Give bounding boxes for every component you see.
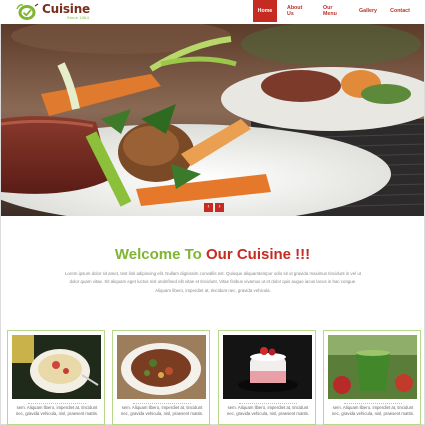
card-text: sem. Aliquam libero, imperdiet at, tinci… (226, 405, 310, 417)
brand-logo[interactable]: Cuisine Since 1964 (16, 2, 166, 21)
feature-card[interactable]: sem. Aliquam libero, imperdiet at, tinci… (323, 330, 421, 425)
nav-our-menu[interactable]: Our Menu (315, 0, 351, 22)
card-divider (28, 403, 86, 404)
main-nav: Home About Us Our Menu Gallery Contact (251, 0, 415, 22)
nav-about-us[interactable]: About Us (279, 0, 313, 22)
brand-title: Cuisine (42, 2, 91, 16)
nav-home[interactable]: Home (253, 0, 277, 22)
welcome-title-green: Welcome To (114, 246, 206, 263)
slider-next-button[interactable]: › (215, 203, 224, 212)
plated-steak-photo (1, 24, 424, 216)
brand-tagline: Since 1964 (67, 15, 90, 20)
strawberry-cake-photo (223, 335, 312, 399)
nav-gallery[interactable]: Gallery (353, 0, 383, 22)
card-divider (344, 403, 402, 404)
slider-prev-button[interactable]: ‹ (204, 203, 213, 212)
card-text: sem. Aliquam libero, imperdiet at, tinci… (331, 405, 415, 417)
feature-card[interactable]: sem. Aliquam libero, imperdiet at, tinci… (218, 330, 316, 425)
dessert-bowl-photo (12, 335, 101, 399)
hero-slider: ‹ › (1, 24, 424, 216)
slider-controls: ‹ › (204, 203, 224, 212)
card-text: sem. Aliquam libero, imperdiet at, tinci… (15, 405, 99, 417)
nav-contact[interactable]: Contact (385, 0, 415, 22)
welcome-title: Welcome To Our Cuisine !!! (0, 246, 425, 263)
feature-cards: sem. Aliquam libero, imperdiet at, tinci… (7, 330, 421, 425)
feature-card[interactable]: sem. Aliquam libero, imperdiet at, tinci… (7, 330, 105, 425)
welcome-section: Welcome To Our Cuisine !!! (0, 246, 425, 263)
card-divider (239, 403, 297, 404)
card-text: sem. Aliquam libero, imperdiet at, tinci… (120, 405, 204, 417)
welcome-body-text: Lorem ipsum dolor sit amet, test link ad… (64, 271, 361, 293)
green-drink-photo (328, 335, 417, 399)
welcome-title-red: Our Cuisine !!! (205, 246, 311, 263)
stew-plate-photo (117, 335, 206, 399)
feature-card[interactable]: sem. Aliquam libero, imperdiet at, tinci… (112, 330, 210, 425)
logo-plate-icon (16, 3, 39, 20)
site-header: Cuisine Since 1964 Home About Us Our Men… (0, 0, 425, 24)
card-divider (133, 403, 191, 404)
